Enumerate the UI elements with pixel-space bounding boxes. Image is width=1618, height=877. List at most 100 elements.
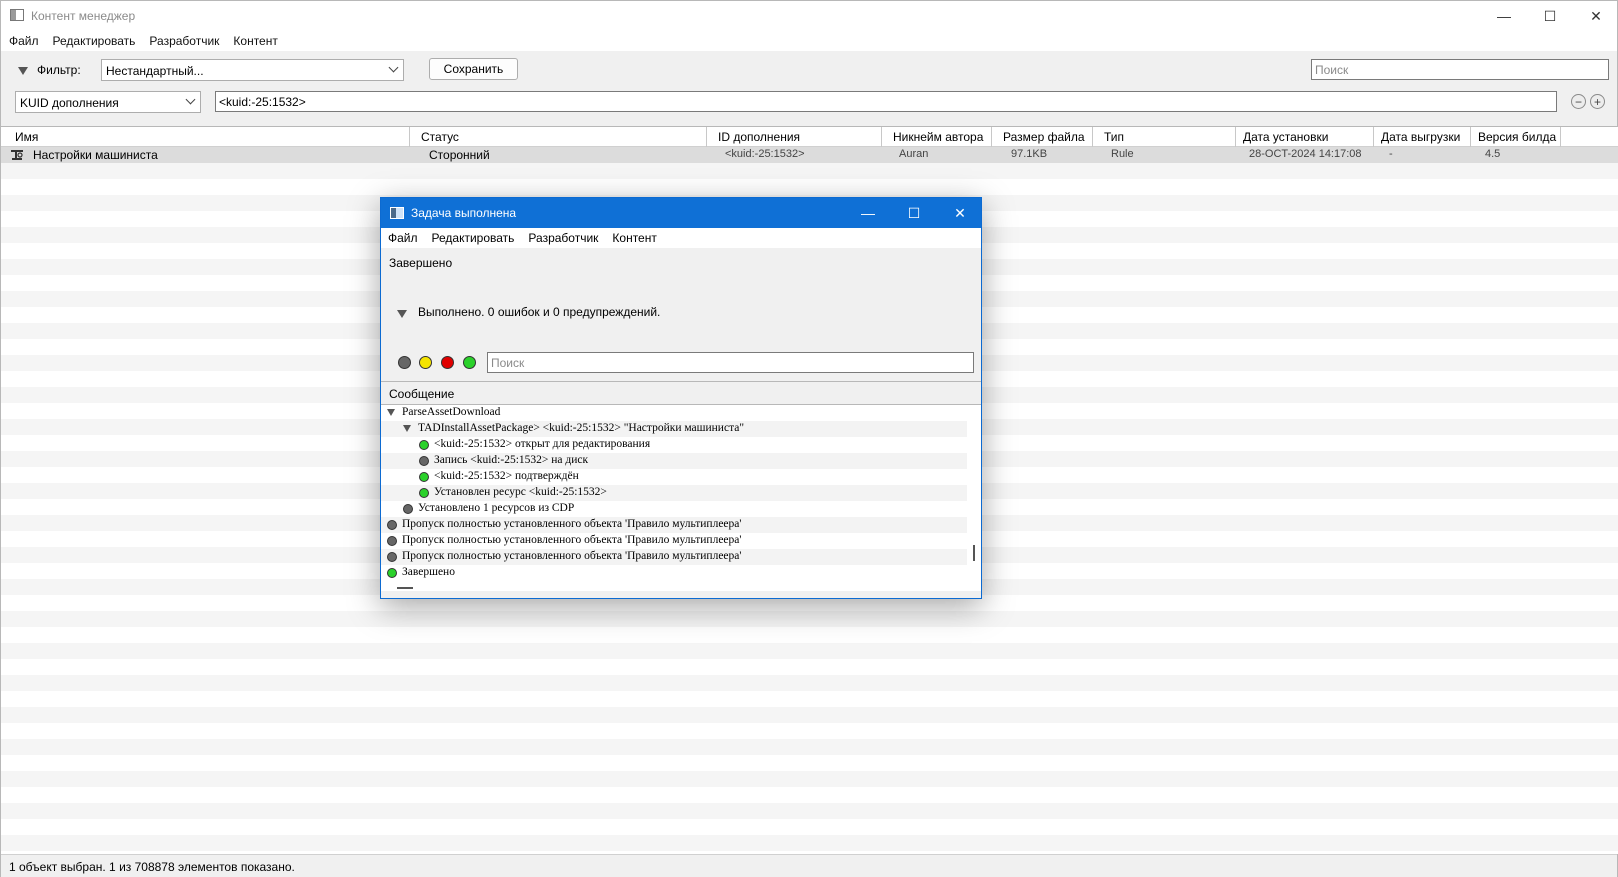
info-dot-icon (387, 536, 397, 546)
message-item[interactable]: Пропуск полностью установленного объекта… (381, 517, 967, 533)
info-dot-icon (419, 456, 429, 466)
column-installed[interactable]: Дата установки (1237, 127, 1374, 147)
field-select-dropdown[interactable]: KUID дополнения (15, 91, 201, 113)
message-text: Пропуск полностью установленного объекта… (402, 518, 742, 530)
message-item[interactable]: ParseAssetDownload (381, 405, 967, 421)
menu-bar: Файл Редактировать Разработчик Контент (1, 31, 292, 51)
column-id[interactable]: ID дополнения (712, 127, 882, 147)
success-dot-icon (419, 488, 429, 498)
message-item[interactable]: TADInstallAssetPackage> <kuid:-25:1532> … (381, 421, 967, 437)
column-size[interactable]: Размер файла (997, 127, 1093, 147)
column-type[interactable]: Тип (1098, 127, 1236, 147)
scrollbar-thumb[interactable] (973, 545, 975, 561)
maximize-button[interactable]: ☐ (1527, 1, 1573, 31)
filter-gray-dot-icon[interactable] (398, 356, 411, 369)
cell-id: <kuid:-25:1532> (725, 148, 805, 160)
dialog-menu-developer[interactable]: Разработчик (528, 231, 598, 245)
menu-file[interactable]: Файл (9, 34, 39, 48)
message-text: Установлено 1 ресурсов из CDP (418, 502, 575, 514)
message-item[interactable]: <kuid:-25:1532> подтверждён (381, 469, 967, 485)
info-dot-icon (403, 504, 413, 514)
message-item[interactable]: Установлено 1 ресурсов из CDP (381, 501, 967, 517)
column-name[interactable]: Имя (9, 127, 410, 147)
filter-toolbar: Фильтр: Нестандартный... Сохранить Поиск… (1, 51, 1617, 126)
chevron-down-icon (388, 62, 399, 73)
message-text: ParseAssetDownload (402, 406, 501, 418)
cell-status: Сторонний (429, 148, 490, 162)
message-item[interactable]: <kuid:-25:1532> открыт для редактировани… (381, 437, 967, 453)
dialog-menu-edit[interactable]: Редактировать (432, 231, 515, 245)
save-button[interactable]: Сохранить (429, 58, 518, 80)
message-list-scrollbar[interactable] (967, 405, 981, 591)
cell-build: 4.5 (1485, 148, 1501, 160)
column-status[interactable]: Статус (415, 127, 707, 147)
filter-dropdown[interactable]: Нестандартный... (101, 59, 404, 81)
expand-arrow-icon[interactable] (403, 425, 411, 432)
filter-success-dot-icon[interactable] (463, 356, 476, 369)
message-item[interactable]: Пропуск полностью установленного объекта… (381, 549, 967, 565)
message-item[interactable]: Пропуск полностью установленного объекта… (381, 533, 967, 549)
menu-developer[interactable]: Разработчик (149, 34, 219, 48)
cell-size: 97.1KB (1011, 148, 1048, 160)
menu-edit[interactable]: Редактировать (53, 34, 136, 48)
dialog-maximize-button[interactable]: ☐ (891, 198, 937, 228)
message-list: ParseAssetDownload TADInstallAssetPackage… (381, 405, 967, 591)
filter-error-dot-icon[interactable] (441, 356, 454, 369)
window-title: Контент менеджер (31, 9, 136, 23)
menu-content[interactable]: Контент (233, 34, 277, 48)
message-text: Завершено (402, 566, 455, 578)
info-dot-icon (387, 552, 397, 562)
message-column-header[interactable]: Сообщение (381, 381, 981, 405)
query-input[interactable]: <kuid:-25:1532> (215, 91, 1557, 112)
close-button[interactable]: ✕ (1573, 1, 1618, 31)
horizontal-scrollbar-thumb[interactable] (397, 587, 413, 589)
remove-filter-button[interactable]: − (1571, 94, 1586, 109)
column-author[interactable]: Никнейм автора (887, 127, 992, 147)
cell-name: Настройки машиниста (33, 148, 158, 162)
success-dot-icon (419, 472, 429, 482)
status-bar: 1 объект выбран. 1 из 708878 элементов п… (1, 854, 1617, 877)
message-text: Установлен ресурс <kuid:-25:1532> (434, 486, 607, 498)
message-text: TADInstallAssetPackage> <kuid:-25:1532> … (418, 422, 745, 434)
dialog-menu-file[interactable]: Файл (388, 231, 418, 245)
dialog-title: Задача выполнена (411, 206, 517, 220)
cell-type: Rule (1111, 148, 1134, 160)
title-bar[interactable]: Контент менеджер — ☐ ✕ (1, 1, 1617, 31)
dialog-search-input[interactable]: Поиск (487, 352, 974, 373)
dialog-result-text: Выполнено. 0 ошибок и 0 предупреждений. (418, 305, 661, 319)
cell-uploaded: - (1389, 148, 1393, 160)
expand-arrow-icon[interactable] (387, 409, 395, 416)
add-filter-button[interactable]: + (1590, 94, 1605, 109)
message-item[interactable]: Завершено (381, 565, 967, 581)
dialog-menu-bar: Файл Редактировать Разработчик Контент (381, 228, 981, 248)
app-icon (10, 9, 24, 21)
chevron-down-icon (185, 94, 196, 105)
minimize-button[interactable]: — (1481, 1, 1527, 31)
dialog-app-icon (390, 207, 404, 219)
asset-rule-icon (11, 150, 23, 160)
table-row[interactable]: Настройки машиниста Сторонний <kuid:-25:… (1, 147, 1618, 163)
success-dot-icon (387, 568, 397, 578)
cell-installed: 28-OCT-2024 14:17:08 (1249, 148, 1362, 160)
message-item[interactable]: Установлен ресурс <kuid:-25:1532> (381, 485, 967, 501)
message-item[interactable]: Запись <kuid:-25:1532> на диск (381, 453, 967, 469)
info-dot-icon (387, 520, 397, 530)
search-input[interactable]: Поиск (1311, 59, 1609, 80)
task-complete-dialog: Задача выполнена — ☐ ✕ Файл Редактироват… (380, 197, 982, 599)
column-build[interactable]: Версия билда (1472, 127, 1561, 147)
message-text: <kuid:-25:1532> подтверждён (434, 470, 579, 482)
field-select-value: KUID дополнения (20, 96, 119, 110)
filter-collapse-icon[interactable] (18, 67, 28, 75)
result-collapse-icon[interactable] (397, 310, 407, 318)
dialog-menu-content[interactable]: Контент (612, 231, 656, 245)
message-text: Запись <kuid:-25:1532> на диск (434, 454, 589, 466)
filter-warning-dot-icon[interactable] (419, 356, 432, 369)
dialog-title-bar[interactable]: Задача выполнена — ☐ ✕ (381, 198, 981, 228)
message-text: <kuid:-25:1532> открыт для редактировани… (434, 438, 651, 450)
dialog-minimize-button[interactable]: — (845, 198, 891, 228)
column-uploaded[interactable]: Дата выгрузки (1375, 127, 1471, 147)
filter-dropdown-value: Нестандартный... (106, 64, 204, 78)
cell-author: Auran (899, 148, 929, 160)
message-text: Пропуск полностью установленного объекта… (402, 534, 742, 546)
dialog-close-button[interactable]: ✕ (937, 198, 983, 228)
